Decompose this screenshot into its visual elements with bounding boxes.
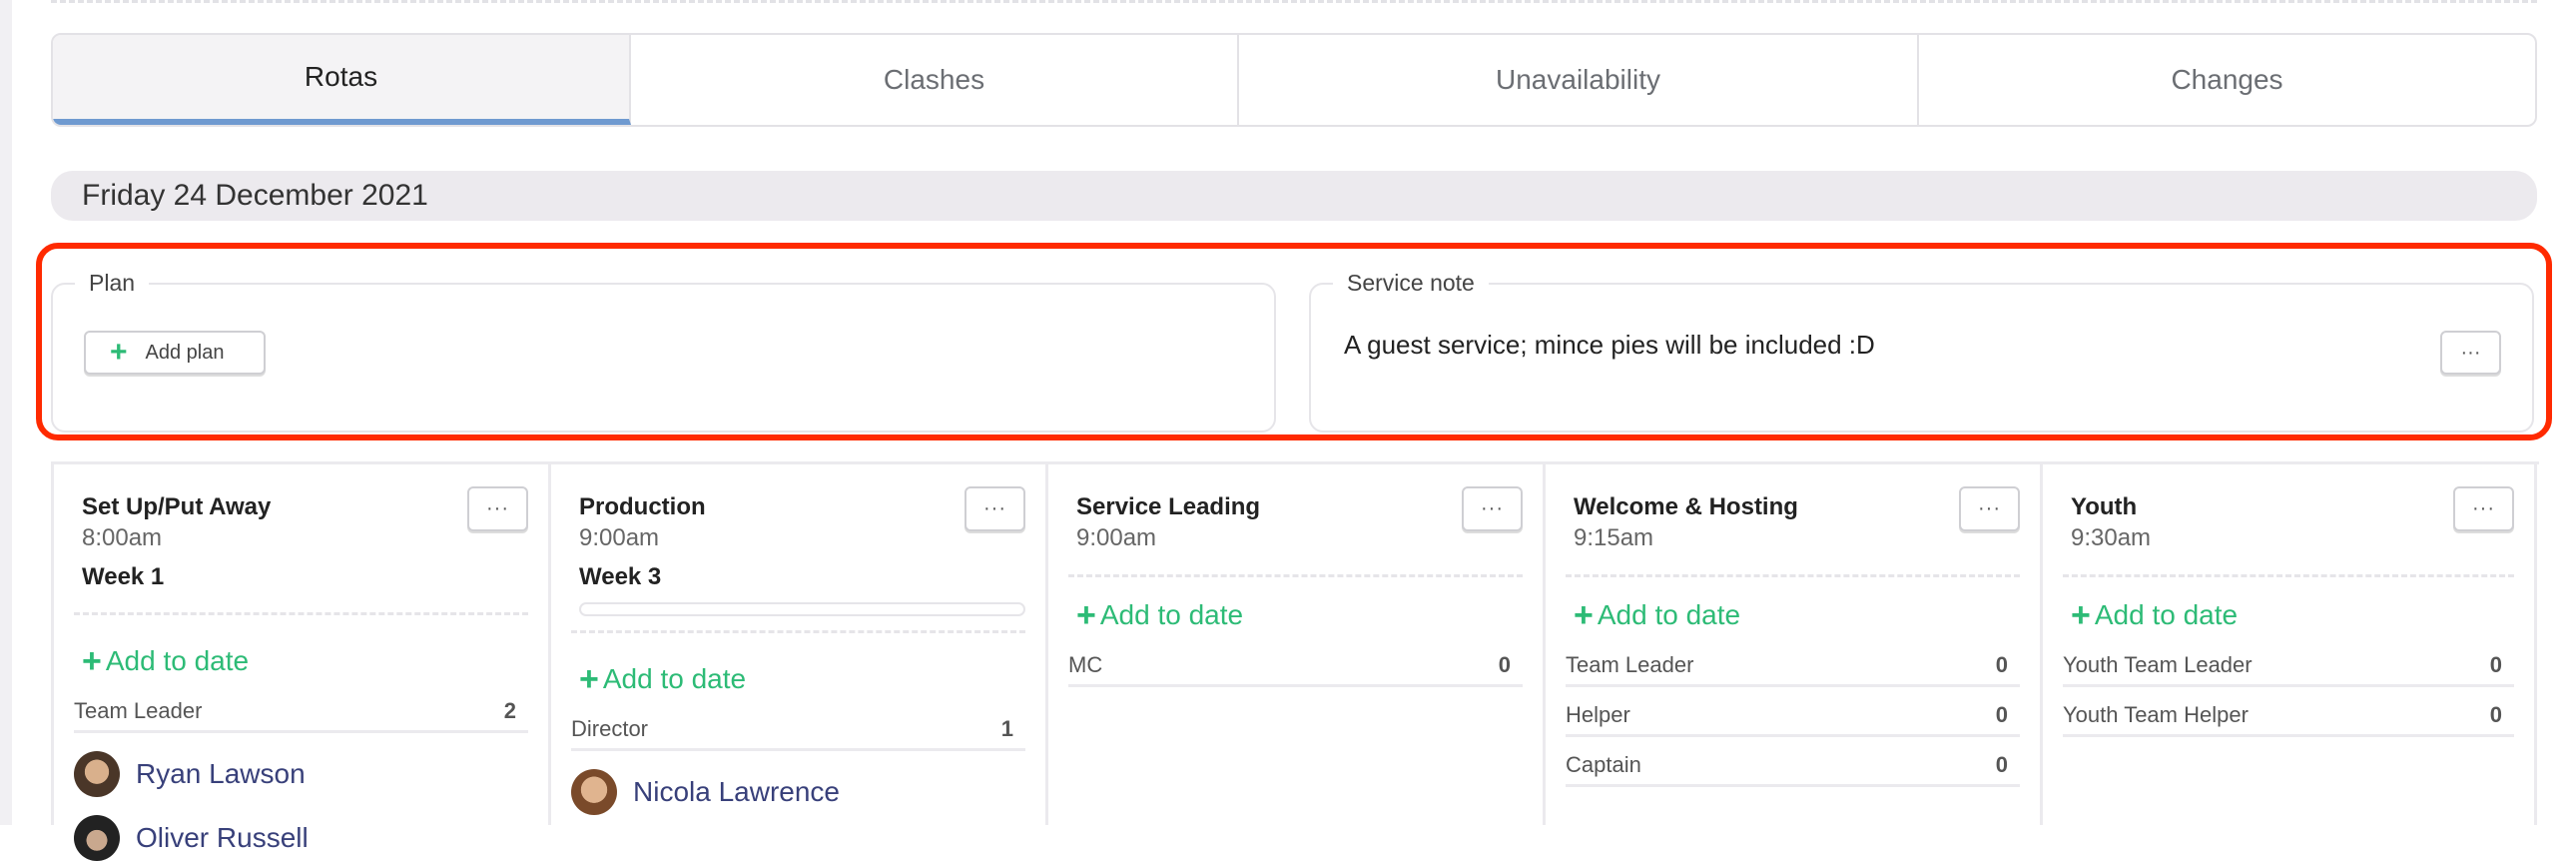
- avatar: [74, 751, 120, 797]
- role-row: Team Leader 2: [74, 698, 528, 733]
- tab-changes[interactable]: Changes: [1919, 35, 2535, 125]
- column-title: Production: [579, 493, 706, 520]
- divider: [51, 0, 2537, 3]
- column-time: 9:30am: [2071, 524, 2152, 551]
- role-name: Team Leader: [74, 698, 203, 723]
- add-to-date-label: Add to date: [2094, 599, 2239, 630]
- avatar: [74, 815, 120, 861]
- person-item[interactable]: Nicola Lawrence: [571, 769, 1025, 815]
- rota-column: Service Leading 9:00am ··· + Add to date …: [1045, 464, 1543, 825]
- column-time: 8:00am: [82, 524, 163, 551]
- add-to-date-label: Add to date: [1099, 599, 1244, 630]
- add-to-date-button[interactable]: + Add to date: [82, 642, 528, 680]
- person-item[interactable]: Ryan Lawson: [74, 751, 528, 797]
- service-note-legend: Service note: [1347, 270, 1475, 296]
- column-time: 9:15am: [1574, 524, 1654, 551]
- person-item[interactable]: Oliver Russell: [74, 815, 528, 861]
- add-plan-label: Add plan: [145, 341, 225, 364]
- role-count: 0: [2489, 652, 2502, 677]
- role-row: Helper 0: [1566, 687, 2020, 737]
- add-to-date-button[interactable]: + Add to date: [579, 660, 1025, 698]
- rota-column: Set Up/Put Away 8:00am Week 1 ··· + Add t…: [51, 464, 548, 861]
- role-name: Captain: [1566, 752, 1641, 777]
- plus-icon: +: [579, 660, 599, 698]
- role-name: Helper: [1566, 702, 1630, 727]
- column-more-button[interactable]: ···: [2453, 486, 2514, 531]
- add-to-date-button[interactable]: + Add to date: [2071, 596, 2514, 634]
- plan-legend: Plan: [89, 270, 136, 296]
- avatar: [571, 769, 617, 815]
- divider: [74, 612, 528, 615]
- column-more-button[interactable]: ···: [467, 486, 528, 531]
- column-week: Week 1: [82, 563, 165, 590]
- divider: [571, 630, 1025, 633]
- add-to-date-button[interactable]: + Add to date: [1574, 596, 2020, 634]
- person-name[interactable]: Nicola Lawrence: [633, 776, 840, 808]
- role-name: Team Leader: [1566, 652, 1694, 677]
- role-count: 2: [503, 698, 516, 723]
- role-row: Youth Team Helper 0: [2063, 687, 2514, 737]
- divider: [1566, 574, 2020, 577]
- role-count: 0: [1995, 702, 2008, 727]
- role-row: MC 0: [1068, 652, 1523, 687]
- role-count: 0: [1995, 752, 2008, 777]
- role-row: Youth Team Leader 0: [2063, 652, 2514, 687]
- person-name[interactable]: Ryan Lawson: [136, 758, 306, 790]
- column-title: Youth: [2071, 493, 2138, 520]
- plus-icon: +: [82, 642, 102, 680]
- left-sidebar-edge: [0, 0, 12, 825]
- role-count: 1: [1000, 716, 1013, 741]
- role-name: MC: [1068, 652, 1103, 677]
- role-row: Director 1: [571, 716, 1025, 751]
- column-more-button[interactable]: ···: [1462, 486, 1523, 531]
- add-to-date-label: Add to date: [1597, 599, 1741, 630]
- plus-icon: +: [2071, 596, 2091, 634]
- tab-rotas[interactable]: Rotas: [53, 35, 631, 125]
- add-plan-button[interactable]: + Add plan: [84, 331, 266, 375]
- role-count: 0: [1498, 652, 1511, 677]
- add-to-date-label: Add to date: [602, 663, 747, 694]
- date-header: Friday 24 December 2021: [51, 171, 2537, 221]
- service-note-more-button[interactable]: ···: [2440, 331, 2501, 375]
- role-name: Director: [571, 716, 649, 741]
- rota-columns: Set Up/Put Away 8:00am Week 1 ··· + Add t…: [51, 461, 2539, 861]
- role-name: Youth Team Helper: [2063, 702, 2249, 727]
- service-note-text: A guest service; mince pies will be incl…: [1344, 330, 1875, 360]
- role-row: Team Leader 0: [1566, 652, 2020, 687]
- column-time: 9:00am: [1076, 524, 1157, 551]
- column-title: Welcome & Hosting: [1574, 493, 1798, 520]
- add-to-date-label: Add to date: [105, 645, 250, 676]
- add-to-date-button[interactable]: + Add to date: [1076, 596, 1523, 634]
- column-more-button[interactable]: ···: [1959, 486, 2020, 531]
- rota-column: Welcome & Hosting 9:15am ··· + Add to dat…: [1543, 464, 2040, 825]
- column-title: Service Leading: [1076, 493, 1261, 520]
- tab-clashes[interactable]: Clashes: [631, 35, 1239, 125]
- role-count: 0: [2489, 702, 2502, 727]
- week-progress-bar: [579, 602, 1025, 616]
- column-more-button[interactable]: ···: [965, 486, 1025, 531]
- role-name: Youth Team Leader: [2063, 652, 2253, 677]
- tab-bar: Rotas Clashes Unavailability Changes: [51, 33, 2537, 127]
- role-count: 0: [1995, 652, 2008, 677]
- plus-icon: +: [1076, 596, 1096, 634]
- rota-column: Youth 9:30am ··· + Add to date Youth Team…: [2040, 464, 2537, 825]
- column-time: 9:00am: [579, 524, 660, 551]
- tab-unavailability[interactable]: Unavailability: [1239, 35, 1919, 125]
- role-row: Captain 0: [1566, 737, 2020, 787]
- divider: [1068, 574, 1523, 577]
- divider: [2063, 574, 2514, 577]
- column-week: Week 3: [579, 563, 662, 590]
- column-title: Set Up/Put Away: [82, 493, 272, 520]
- plus-icon: +: [1574, 596, 1594, 634]
- plus-icon: +: [110, 336, 128, 369]
- person-name[interactable]: Oliver Russell: [136, 822, 309, 854]
- rota-column: Production 9:00am Week 3 ··· + Add to dat…: [548, 464, 1045, 825]
